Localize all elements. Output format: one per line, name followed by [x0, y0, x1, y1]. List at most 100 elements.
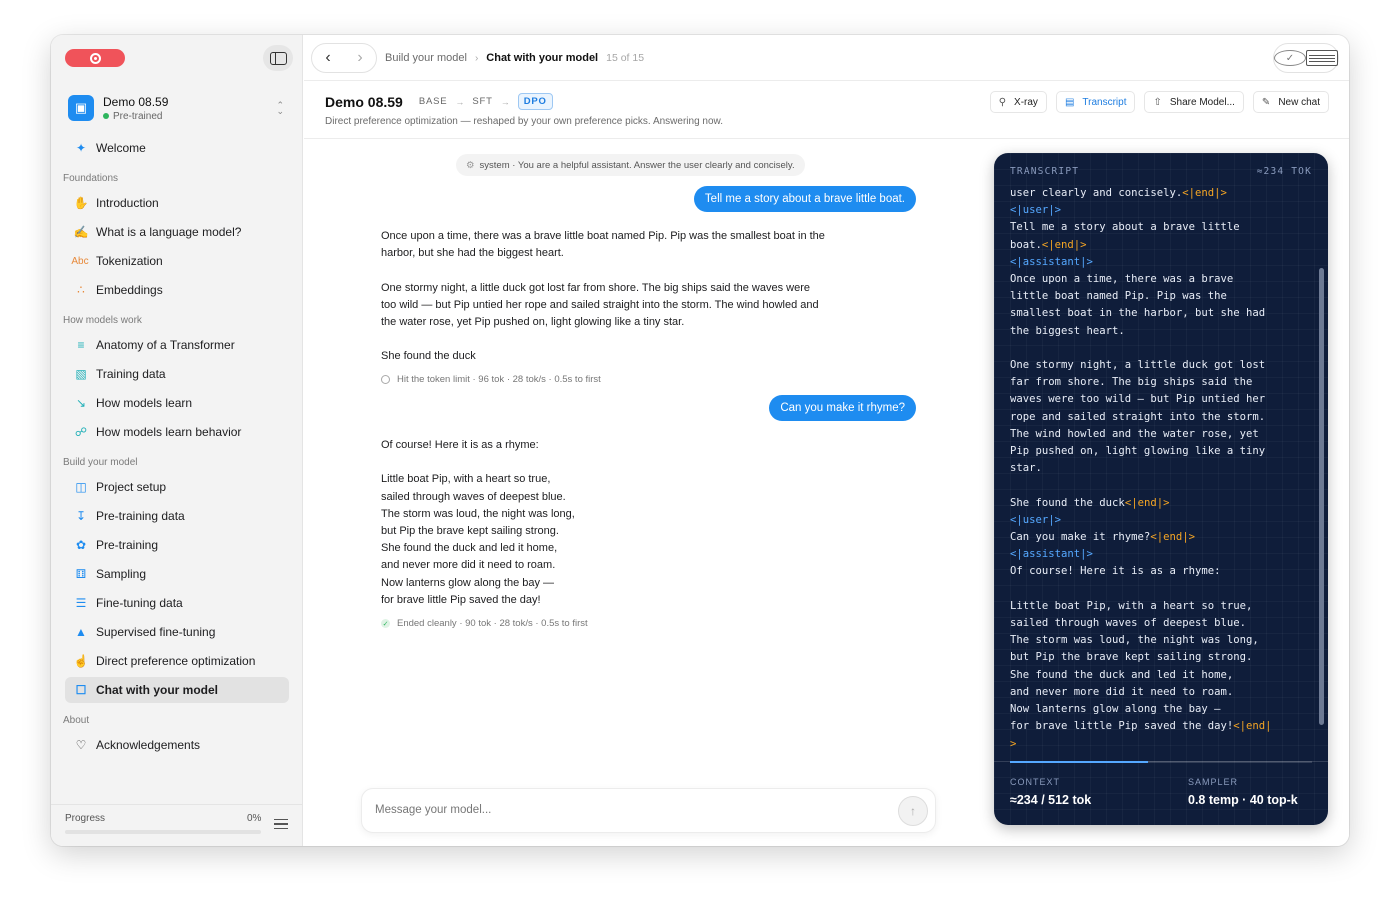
- download-tray-icon: ↧: [75, 509, 87, 523]
- message-line: the water rose, yet Pip pushed on, light…: [381, 316, 685, 328]
- transcript-segment: Of course! Here it is as a rhyme: Little…: [1010, 565, 1259, 733]
- sidebar-item-anatomy[interactable]: ≡ Anatomy of a Transformer: [65, 332, 289, 358]
- transcript-panel: TRANSCRIPT ≈234 TOK user clearly and con…: [994, 153, 1328, 825]
- message-line: Of course! Here it is as a rhyme:: [381, 439, 539, 451]
- sidebar-item-finetuning-data[interactable]: ☰ Fine-tuning data: [65, 590, 289, 616]
- model-name: Demo 08.59: [103, 94, 169, 109]
- chat-thread: ⚙ system · You are a helpful assistant. A…: [304, 140, 994, 846]
- sidebar-item-sampling[interactable]: ⚅ Sampling: [65, 561, 289, 587]
- chevron-updown-icon: ⌃ ⌄: [276, 100, 284, 116]
- arrow-icon: →: [500, 96, 510, 107]
- graduation-cap-icon: ▲: [75, 625, 87, 639]
- message-line: The storm was loud, the night was long,: [381, 507, 575, 520]
- xray-button[interactable]: ⚲ X-ray: [989, 91, 1047, 113]
- token-role: <|assistant|>: [1010, 255, 1093, 268]
- sidebar-item-chat[interactable]: ☐ Chat with your model: [65, 677, 289, 703]
- token-end: <|end|>: [1182, 187, 1227, 199]
- page-title: Demo 08.59: [325, 93, 403, 110]
- status-dot: [103, 113, 109, 119]
- stop-circle-icon: [381, 375, 390, 384]
- line-chart-icon: ↘: [75, 396, 87, 410]
- check-icon: ✓: [1274, 50, 1306, 66]
- message-composer[interactable]: Message your model... ↑: [361, 788, 936, 833]
- message-line: sailed through waves of deepest blue.: [381, 490, 566, 503]
- sidebar-item-welcome[interactable]: ✦ Welcome: [65, 135, 289, 161]
- transcript-button[interactable]: ▤ Transcript: [1055, 91, 1136, 113]
- complete-button[interactable]: ✓: [1274, 44, 1306, 72]
- message-line: too wild — but Pip untied her rope and s…: [381, 298, 819, 311]
- sparkle-icon: ✦: [75, 141, 87, 155]
- breadcrumb-separator: ›: [474, 52, 479, 64]
- back-button[interactable]: ‹: [312, 44, 344, 72]
- sliders-icon[interactable]: [274, 819, 288, 833]
- message-meta: ✓ Ended cleanly · 90 tok · 28 tok/s · 0.5…: [381, 618, 588, 629]
- document-icon: [1306, 50, 1338, 66]
- transcript-segment: Can you make it rhyme?: [1010, 531, 1151, 544]
- arrow-icon: →: [455, 96, 465, 107]
- sidebar-item-acknowledgements[interactable]: ♡ Acknowledgements: [65, 732, 289, 758]
- sidebar-item-embeddings[interactable]: ∴ Embeddings: [65, 277, 289, 303]
- token-end: <|end|>: [1150, 531, 1195, 544]
- message-line: One stormy night, a little duck got lost…: [381, 281, 810, 294]
- toolbar-right: ✓: [1273, 43, 1339, 73]
- page-count: 15 of 15: [606, 52, 645, 64]
- chat-header: Demo 08.59 BASE → SFT → DPO Direct prefe…: [304, 81, 1349, 139]
- sidebar-item-project-setup[interactable]: ◫ Project setup: [65, 474, 289, 500]
- sidebar-item-tokenization[interactable]: Abc Tokenization: [65, 248, 289, 274]
- share-model-button[interactable]: ⇧ Share Model...: [1144, 91, 1244, 113]
- folder-icon: ◫: [75, 480, 87, 494]
- breadcrumb-current: Chat with your model: [486, 52, 599, 64]
- message-line: for brave little Pip saved the day!: [381, 593, 541, 606]
- sidebar-item-introduction[interactable]: ✋ Introduction: [65, 190, 289, 216]
- stage-sft: SFT: [472, 96, 493, 107]
- message-input[interactable]: Message your model...: [375, 804, 491, 816]
- sidebar-icon: [269, 51, 287, 65]
- transcript-footer: CONTEXT ≈234 / 512 tok SAMPLER 0.8 temp …: [994, 761, 1328, 825]
- forward-button[interactable]: ›: [344, 44, 376, 72]
- send-button[interactable]: ↑: [898, 796, 928, 826]
- message-line: but Pip the brave kept sailing strong.: [381, 525, 559, 537]
- sidebar-item-how-learn[interactable]: ↘ How models learn: [65, 390, 289, 416]
- progress-section: Progress 0%: [51, 804, 303, 846]
- scrollbar[interactable]: [1319, 268, 1324, 725]
- section-about: About: [63, 715, 90, 726]
- message-line: She found the duck: [381, 350, 476, 363]
- notes-button[interactable]: [1306, 44, 1338, 72]
- breadcrumb-parent[interactable]: Build your model: [385, 52, 467, 64]
- stage-dpo: DPO: [517, 93, 553, 110]
- sidebar-item-pretraining-data[interactable]: ↧ Pre-training data: [65, 503, 289, 529]
- context-fill: [1010, 761, 1148, 763]
- token-role: <|assistant|>: [1010, 548, 1093, 561]
- sidebar-item-dpo[interactable]: ☝ Direct preference optimization: [65, 648, 289, 674]
- sidebar-item-pretraining[interactable]: ✿ Pre-training: [65, 532, 289, 558]
- sidebar-toggle-button[interactable]: [263, 45, 293, 71]
- section-foundations: Foundations: [63, 173, 119, 184]
- context-bar: [1010, 761, 1312, 763]
- sidebar-nav: ✦ Welcome Foundations ✋ Introduction ✍ W…: [51, 135, 303, 761]
- sidebar-item-training-data[interactable]: ▧ Training data: [65, 361, 289, 387]
- layers-icon: ≡: [77, 338, 85, 352]
- record-button[interactable]: [65, 49, 125, 67]
- assistant-message: Once upon a time, there was a brave litt…: [381, 228, 825, 366]
- sidebar-item-what-is-lm[interactable]: ✍ What is a language model?: [65, 219, 289, 245]
- transcript-segment: user clearly and concisely.: [1010, 187, 1183, 199]
- sidebar-item-sft[interactable]: ▲ Supervised fine-tuning: [65, 619, 289, 645]
- dice-icon: ⚅: [75, 567, 87, 581]
- token-role: <|user|>: [1010, 513, 1062, 526]
- progress-bar: [65, 830, 261, 834]
- brain-icon: ✿: [75, 538, 87, 552]
- hand-icon: ✍: [73, 225, 89, 239]
- new-chat-button[interactable]: ✎ New chat: [1252, 91, 1329, 113]
- arrow-up-icon: ↑: [910, 804, 916, 818]
- nav-buttons: ‹ ›: [311, 43, 377, 73]
- sidebar-item-how-learn-behavior[interactable]: ☍ How models learn behavior: [65, 419, 289, 445]
- dots-icon: ∴: [77, 283, 85, 297]
- transcript-title: TRANSCRIPT: [1010, 166, 1080, 177]
- section-how-models-work: How models work: [63, 315, 142, 326]
- list-icon: ☰: [75, 596, 87, 610]
- message-line: and never more did it need to roam.: [381, 559, 556, 572]
- progress-label: Progress: [65, 813, 106, 824]
- magnifier-icon: ⚲: [998, 96, 1007, 108]
- thumbs-up-icon: ☝: [73, 654, 89, 668]
- model-selector[interactable]: ▣ Demo 08.59 Pre-trained ⌃ ⌄: [68, 93, 288, 123]
